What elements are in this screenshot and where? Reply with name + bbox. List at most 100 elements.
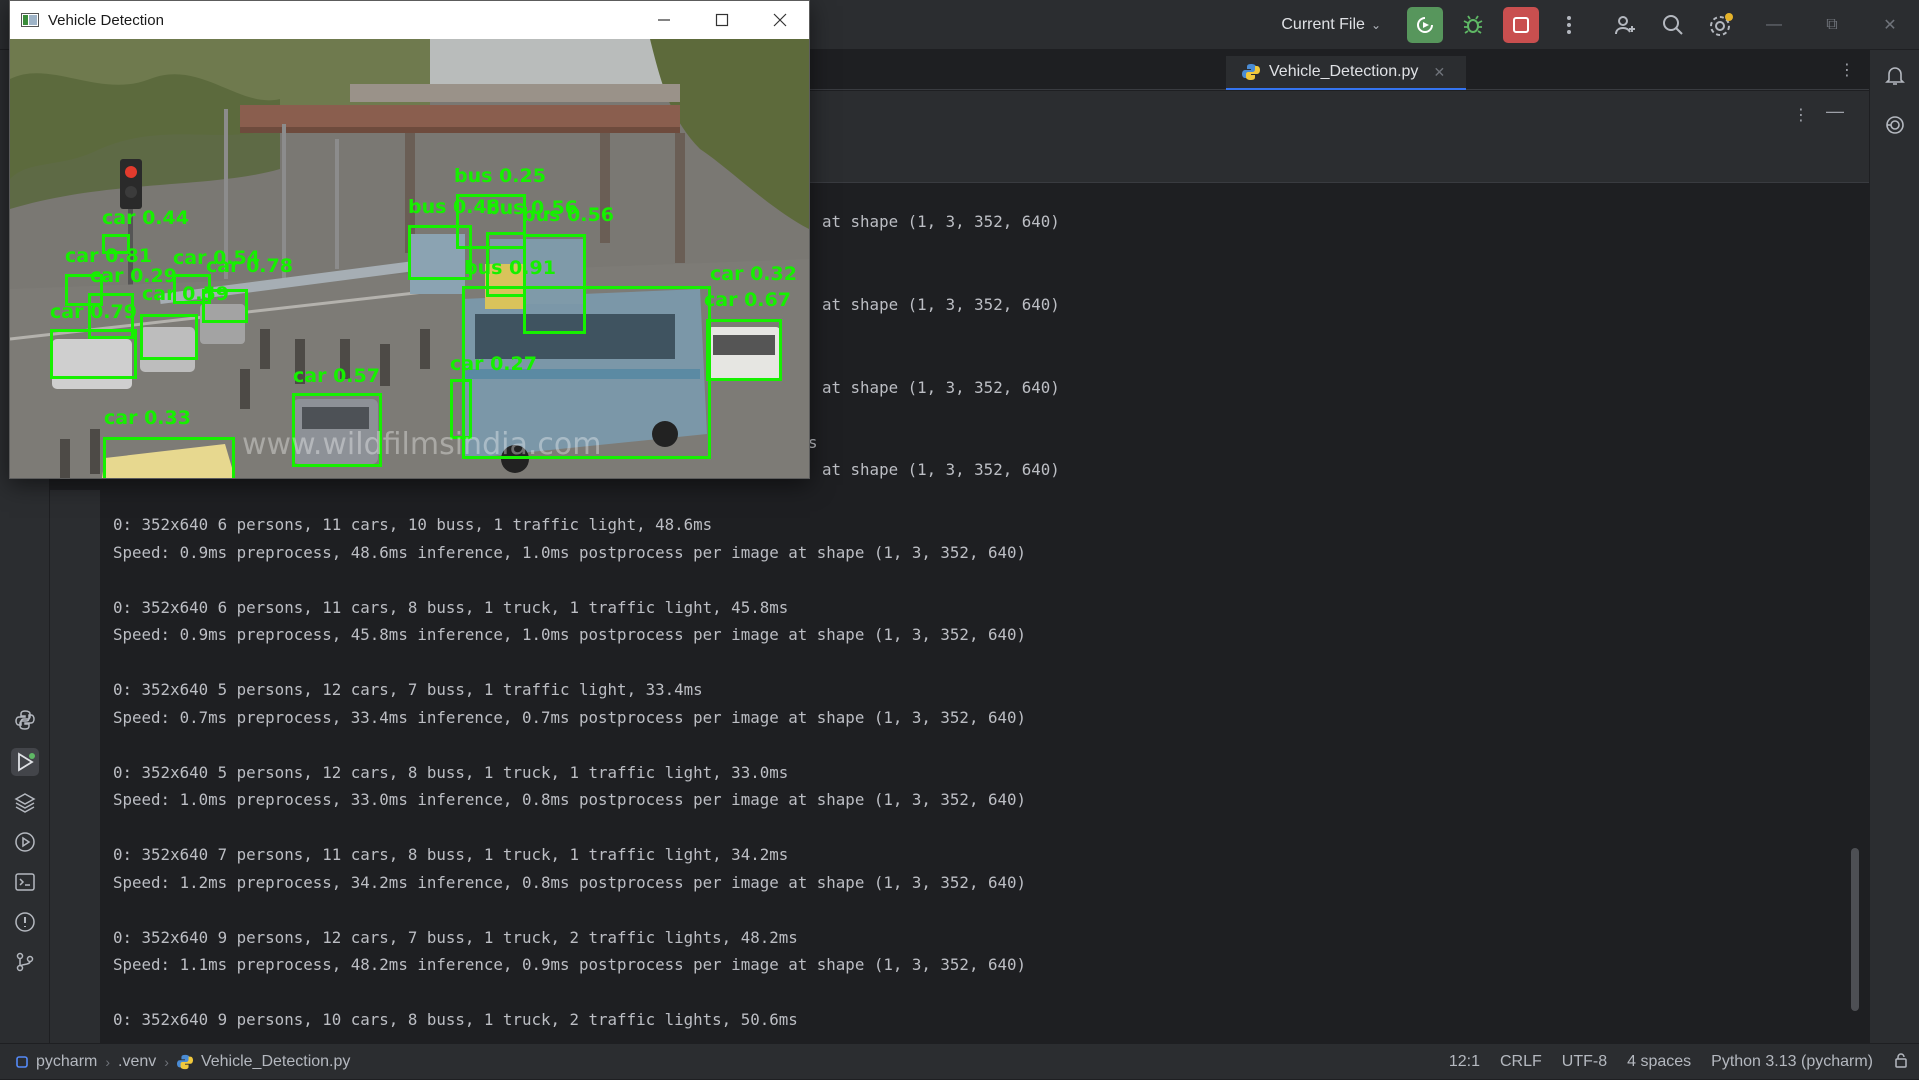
right-tool-strip xyxy=(1869,50,1919,1043)
indent-setting[interactable]: 4 spaces xyxy=(1617,1053,1701,1071)
lock-icon[interactable] xyxy=(1883,1052,1919,1073)
detection-label: car 0.44 xyxy=(102,207,189,229)
search-button[interactable] xyxy=(1655,7,1691,43)
detection-label: car 0.78 xyxy=(206,255,293,277)
video-frame: bus 0.25 bus 0.48 bus 0.56 bus 0.56 car … xyxy=(10,39,809,478)
tab-vehicle-detection[interactable]: Vehicle_Detection.py ✕ xyxy=(1226,56,1466,90)
console-line: Speed: 1.0ms preprocess, 33.0ms inferenc… xyxy=(113,790,1027,809)
detection-label: car 0.81 xyxy=(65,245,152,267)
breadcrumb-file[interactable]: Vehicle_Detection.py xyxy=(201,1053,350,1071)
console-line: at shape (1, 3, 352, 640) xyxy=(822,295,1060,314)
python-file-icon xyxy=(1242,64,1260,80)
detection-label: car 0.33 xyxy=(104,407,191,429)
chevron-right-icon: › xyxy=(164,1053,169,1070)
more-actions-button[interactable] xyxy=(1551,7,1587,43)
line-separator[interactable]: CRLF xyxy=(1490,1053,1552,1071)
detection-label: car 0.67 xyxy=(704,289,791,311)
breadcrumb-venv[interactable]: .venv xyxy=(118,1053,156,1071)
git-icon[interactable] xyxy=(11,948,39,976)
status-bar: pycharm › .venv › Vehicle_Detection.py 1… xyxy=(0,1043,1919,1079)
caret-position[interactable]: 12:1 xyxy=(1439,1053,1490,1071)
detection-label: car 0.59 xyxy=(142,283,229,305)
detection-label: car 0.32 xyxy=(710,263,797,285)
run-tool-icon[interactable] xyxy=(11,748,39,776)
vehicle-detection-window[interactable]: Vehicle Detection bus 0.25 bus 0.48 bus … xyxy=(9,0,810,479)
tab-options-icon[interactable]: ⋮ xyxy=(1839,60,1855,80)
console-line: 0: 352x640 6 persons, 11 cars, 8 buss, 1… xyxy=(113,598,789,617)
close-icon xyxy=(773,13,787,27)
settings-button[interactable] xyxy=(1703,7,1739,43)
detection-close-button[interactable] xyxy=(751,1,809,39)
add-user-icon xyxy=(1615,16,1635,35)
console-line: Speed: 1.1ms preprocess, 48.2ms inferenc… xyxy=(113,955,1027,974)
rerun-icon xyxy=(1417,17,1433,33)
services-icon[interactable] xyxy=(11,828,39,856)
console-line: 0: 352x640 9 persons, 12 cars, 7 buss, 1… xyxy=(113,928,798,947)
project-icon xyxy=(16,1055,28,1068)
breadcrumb: pycharm › .venv › Vehicle_Detection.py xyxy=(0,1053,350,1071)
detection-label: car 0.27 xyxy=(450,353,537,375)
console-line: Speed: 0.9ms preprocess, 45.8ms inferenc… xyxy=(113,625,1027,644)
console-line: 0: 352x640 7 persons, 11 cars, 8 buss, 1… xyxy=(113,845,789,864)
hide-panel-icon[interactable]: — xyxy=(1826,101,1844,122)
run-sub-toolbar xyxy=(810,141,1869,183)
minimize-window-button[interactable]: — xyxy=(1745,0,1803,50)
debug-button[interactable] xyxy=(1455,7,1491,43)
chevron-down-icon: ⌄ xyxy=(1370,18,1381,32)
rerun-button[interactable] xyxy=(1407,7,1443,43)
run-tool-header: ⋮ — xyxy=(810,91,1869,141)
run-config-label: Current File xyxy=(1281,16,1365,33)
detection-window-title: Vehicle Detection xyxy=(48,11,164,29)
run-config-selector[interactable]: Current File ⌄ xyxy=(1269,8,1393,42)
restore-window-button[interactable]: ⧉ xyxy=(1803,0,1861,50)
console-gutter xyxy=(50,490,100,1043)
tab-label: Vehicle_Detection.py xyxy=(1269,63,1419,80)
detection-maximize-button[interactable] xyxy=(693,1,751,39)
run-options-icon[interactable]: ⋮ xyxy=(1793,105,1809,125)
problems-icon[interactable] xyxy=(11,908,39,936)
search-icon xyxy=(1663,15,1683,35)
console-line: 0: 352x640 6 persons, 11 cars, 10 buss, … xyxy=(113,515,713,534)
console-line: at shape (1, 3, 352, 640) xyxy=(822,378,1060,397)
interpreter-selector[interactable]: Python 3.13 (pycharm) xyxy=(1701,1053,1883,1071)
stop-icon xyxy=(1513,17,1529,33)
detection-box xyxy=(706,319,782,381)
editor-tab-bar: Vehicle_Detection.py ✕ ⋮ xyxy=(810,50,1869,90)
console-line: at shape (1, 3, 352, 640) xyxy=(822,460,1060,479)
notifications-icon[interactable] xyxy=(1882,62,1908,88)
close-tab-icon[interactable]: ✕ xyxy=(1433,64,1445,81)
breadcrumb-project[interactable]: pycharm xyxy=(36,1053,97,1071)
chevron-right-icon: › xyxy=(105,1053,111,1070)
app-icon xyxy=(20,12,40,28)
detection-label: car 0.79 xyxy=(50,301,137,323)
detection-label: car 0.57 xyxy=(293,365,380,387)
ide-window: Current File ⌄ — ⧉ ✕ Vehicle_Detection.p… xyxy=(0,0,1919,1079)
bug-icon xyxy=(1463,15,1483,34)
file-encoding[interactable]: UTF-8 xyxy=(1552,1053,1617,1071)
ai-assistant-icon[interactable] xyxy=(1882,112,1908,138)
console-line: Speed: 1.2ms preprocess, 34.2ms inferenc… xyxy=(113,873,1027,892)
minimize-icon xyxy=(658,19,670,21)
gear-icon xyxy=(1710,13,1733,36)
detection-label: bus 0.25 xyxy=(454,165,546,187)
detection-minimize-button[interactable] xyxy=(635,1,693,39)
add-user-button[interactable] xyxy=(1607,7,1643,43)
close-window-button[interactable]: ✕ xyxy=(1861,0,1919,50)
console-line: 0: 352x640 5 persons, 12 cars, 8 buss, 1… xyxy=(113,763,789,782)
more-vertical-icon xyxy=(1567,16,1571,34)
console-scrollbar[interactable] xyxy=(1851,848,1859,1011)
python-file-icon xyxy=(176,1054,193,1069)
layers-icon[interactable] xyxy=(11,788,39,816)
video-watermark: www.wildfilmsindia.com xyxy=(242,427,602,462)
stop-button[interactable] xyxy=(1503,7,1539,43)
detection-box xyxy=(140,314,198,360)
detection-box xyxy=(50,329,137,379)
console-line: 0: 352x640 9 persons, 10 cars, 8 buss, 1… xyxy=(113,1010,798,1029)
terminal-icon[interactable] xyxy=(11,868,39,896)
detection-window-titlebar[interactable]: Vehicle Detection xyxy=(10,1,809,39)
detection-box xyxy=(408,225,472,280)
python-console-icon[interactable] xyxy=(11,706,39,734)
console-line: 0: 352x640 5 persons, 12 cars, 7 buss, 1… xyxy=(113,680,703,699)
console-line: at shape (1, 3, 352, 640) xyxy=(822,212,1060,231)
console-line: Speed: 0.9ms preprocess, 48.6ms inferenc… xyxy=(113,543,1027,562)
